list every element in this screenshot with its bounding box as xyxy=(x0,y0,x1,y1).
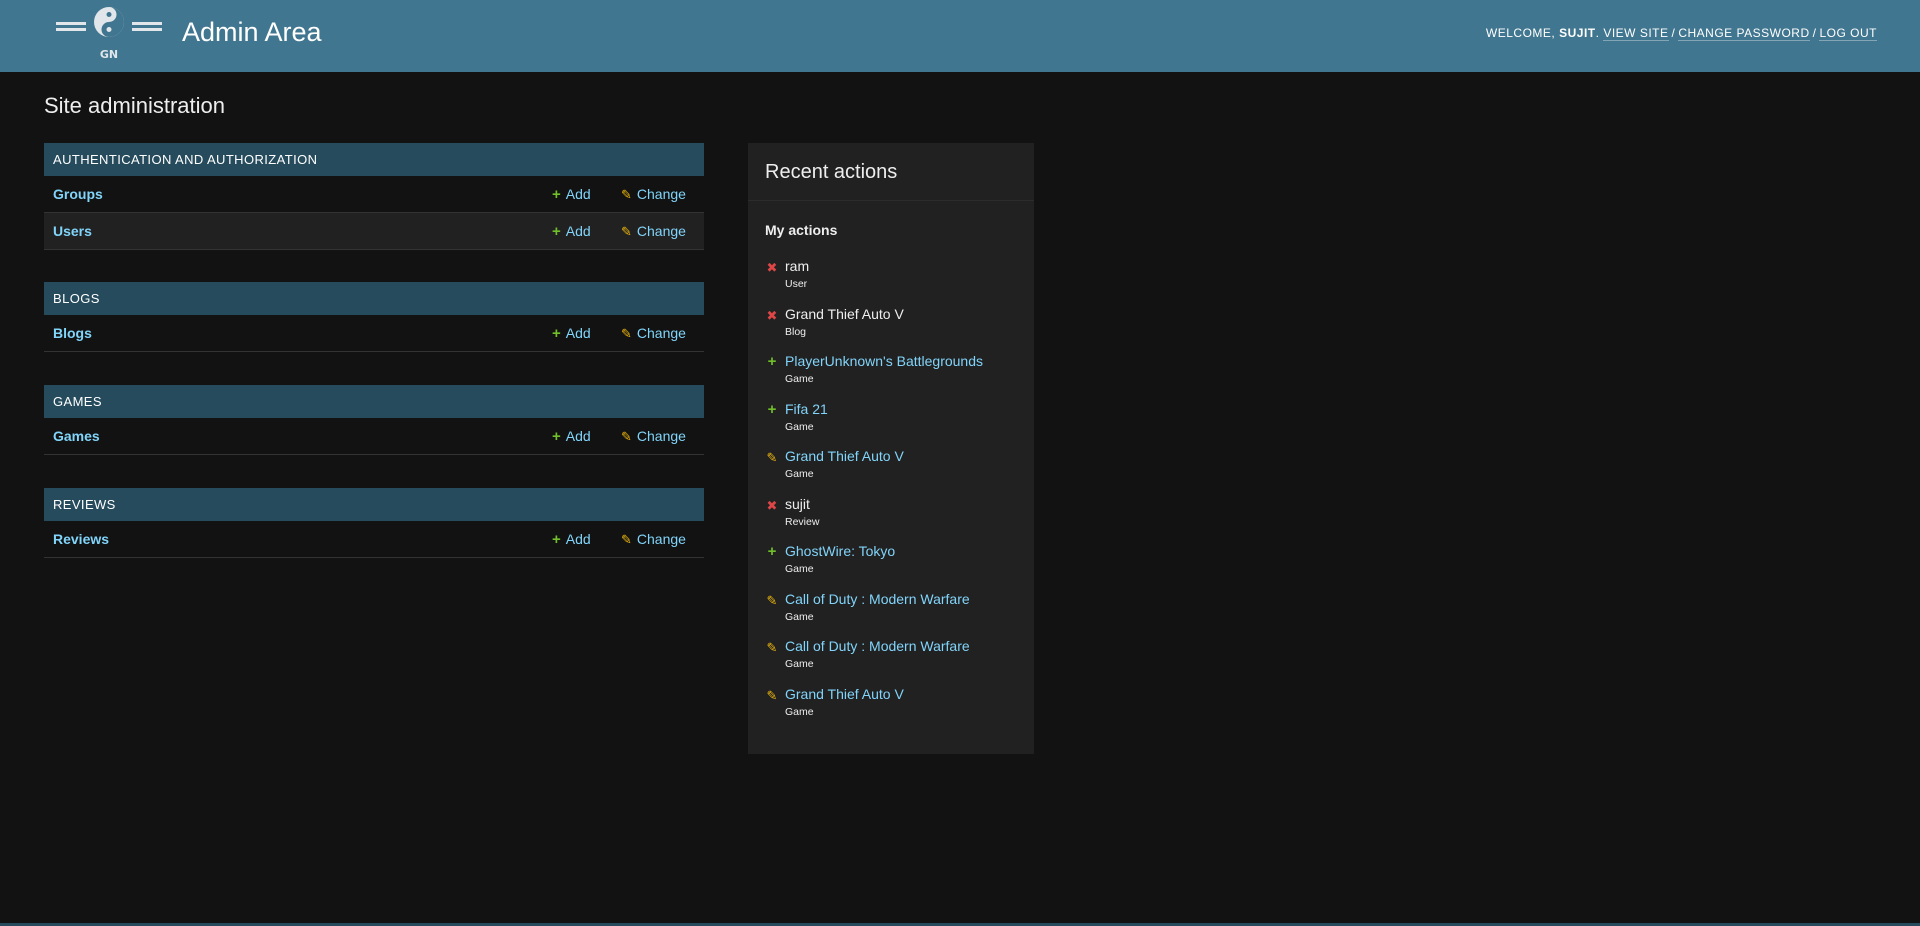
recent-action-type: User xyxy=(785,278,808,290)
recent-action-type: Review xyxy=(785,515,820,528)
recent-action-object[interactable]: PlayerUnknown's Battlegrounds xyxy=(785,353,983,369)
recent-action-object[interactable]: Grand Thief Auto V xyxy=(785,686,904,702)
recent-action-object[interactable]: Fifa 21 xyxy=(785,401,828,417)
change-label: Change xyxy=(636,428,686,444)
recent-action-object: ram xyxy=(785,258,810,274)
model-link-games[interactable]: Games xyxy=(53,428,100,444)
pencil-icon: ✎ xyxy=(621,429,632,444)
model-link-users[interactable]: Users xyxy=(53,223,92,239)
add-label: Add xyxy=(565,531,591,547)
username: sujit xyxy=(1559,26,1596,40)
add-label: Add xyxy=(565,186,591,202)
model-link-groups[interactable]: Groups xyxy=(53,186,103,202)
model-row-groups: Groups + Add ✎ Change xyxy=(44,176,704,213)
module-caption[interactable]: Blogs xyxy=(44,282,704,315)
add-label: Add xyxy=(565,223,591,239)
pencil-icon: ✎ xyxy=(621,187,632,202)
add-users-button[interactable]: + Add xyxy=(552,223,591,240)
recent-action-type: Game xyxy=(785,563,814,575)
yin-yang-logo-icon[interactable]: GN xyxy=(54,5,164,63)
page-title: Site administration xyxy=(44,93,225,118)
add-icon: + xyxy=(767,543,777,560)
admin-page: GN Admin Area Welcome, sujit. View site /… xyxy=(0,0,1920,926)
add-icon: + xyxy=(552,325,561,342)
delete-icon: ✖ xyxy=(766,307,778,323)
add-groups-button[interactable]: + Add xyxy=(552,186,591,203)
delete-icon: ✖ xyxy=(766,497,778,513)
add-games-button[interactable]: + Add xyxy=(552,428,591,445)
module-reviews: Reviews Reviews + Add ✎ Change xyxy=(44,488,704,558)
user-tools: Welcome, sujit. View site / Change passwor… xyxy=(1485,26,1877,41)
recent-action-type: Game xyxy=(785,468,814,480)
add-icon: + xyxy=(552,531,561,548)
recent-actions-panel: Recent actions My actions ✖ ram User ✖ Grand… xyxy=(748,143,1034,754)
change-blogs-button[interactable]: ✎ Change xyxy=(621,325,686,342)
recent-action-type: Game xyxy=(785,705,814,718)
add-reviews-button[interactable]: + Add xyxy=(552,531,591,548)
add-icon: + xyxy=(552,186,561,203)
recent-action-object[interactable]: Call of Duty : Modern Warfare xyxy=(785,591,970,607)
delete-icon: ✖ xyxy=(766,260,778,275)
change-icon: ✎ xyxy=(766,640,778,655)
module-caption[interactable]: Reviews xyxy=(44,488,704,521)
recent-action-type: Game xyxy=(785,610,814,623)
model-row-blogs: Blogs + Add ✎ Change xyxy=(44,315,704,352)
change-reviews-button[interactable]: ✎ Change xyxy=(621,531,686,548)
pencil-icon: ✎ xyxy=(621,224,632,239)
model-link-reviews[interactable]: Reviews xyxy=(53,531,109,547)
add-label: Add xyxy=(565,325,591,341)
change-password-link[interactable]: Change password xyxy=(1678,26,1810,41)
add-icon: + xyxy=(767,400,777,418)
model-row-reviews: Reviews + Add ✎ Change xyxy=(44,521,704,558)
change-icon: ✎ xyxy=(766,450,778,465)
header: GN Admin Area Welcome, sujit. View site /… xyxy=(0,0,1920,72)
model-link-blogs[interactable]: Blogs xyxy=(53,325,92,341)
add-icon: + xyxy=(552,428,561,445)
add-icon: + xyxy=(552,223,561,240)
change-label: Change xyxy=(636,186,686,202)
module-authentication: Authentication and Authorization Groups … xyxy=(44,143,704,250)
welcome-text: Welcome, xyxy=(1485,26,1556,40)
site-title[interactable]: Admin Area xyxy=(182,16,322,48)
model-row-games: Games + Add ✎ Change xyxy=(44,418,704,455)
change-icon: ✎ xyxy=(766,687,778,703)
log-out-link[interactable]: Log out xyxy=(1819,26,1877,41)
change-games-button[interactable]: ✎ Change xyxy=(621,428,686,445)
add-label: Add xyxy=(565,428,591,444)
change-groups-button[interactable]: ✎ Change xyxy=(621,186,686,203)
model-row-users: Users + Add ✎ Change xyxy=(44,213,704,250)
recent-action-object[interactable]: Call of Duty : Modern Warfare xyxy=(785,638,970,654)
recent-action-object[interactable]: GhostWire: Tokyo xyxy=(785,543,895,559)
pencil-icon: ✎ xyxy=(621,532,632,547)
module-caption[interactable]: Games xyxy=(44,385,704,418)
recent-actions-title: Recent actions xyxy=(765,161,898,183)
change-label: Change xyxy=(636,531,686,547)
logo-text: GN xyxy=(100,48,118,61)
change-users-button[interactable]: ✎ Change xyxy=(621,223,686,240)
my-actions-heading: My actions xyxy=(765,222,838,238)
site-title-text: Admin Area xyxy=(182,17,322,47)
change-label: Change xyxy=(636,223,686,239)
recent-action-type: Game xyxy=(785,420,814,433)
pencil-icon: ✎ xyxy=(621,326,632,341)
add-blogs-button[interactable]: + Add xyxy=(552,325,591,342)
separator: / xyxy=(1671,26,1676,40)
separator: / xyxy=(1812,26,1817,40)
module-blogs: Blogs Blogs + Add ✎ Change xyxy=(44,282,704,352)
view-site-link[interactable]: View site xyxy=(1603,26,1669,41)
module-caption[interactable]: Authentication and Authorization xyxy=(44,143,704,176)
change-icon: ✎ xyxy=(766,592,778,608)
recent-action-type: Game xyxy=(785,658,814,670)
add-icon: + xyxy=(767,353,777,370)
recent-action-type: Blog xyxy=(785,325,807,338)
recent-action-object: sujit xyxy=(785,495,810,512)
change-label: Change xyxy=(636,325,686,341)
recent-action-object: Grand Thief Auto V xyxy=(785,305,904,322)
divider xyxy=(748,200,1034,201)
recent-action-type: Game xyxy=(785,373,814,385)
recent-action-object[interactable]: Grand Thief Auto V xyxy=(785,448,904,464)
module-games: Games Games + Add ✎ Change xyxy=(44,385,704,455)
